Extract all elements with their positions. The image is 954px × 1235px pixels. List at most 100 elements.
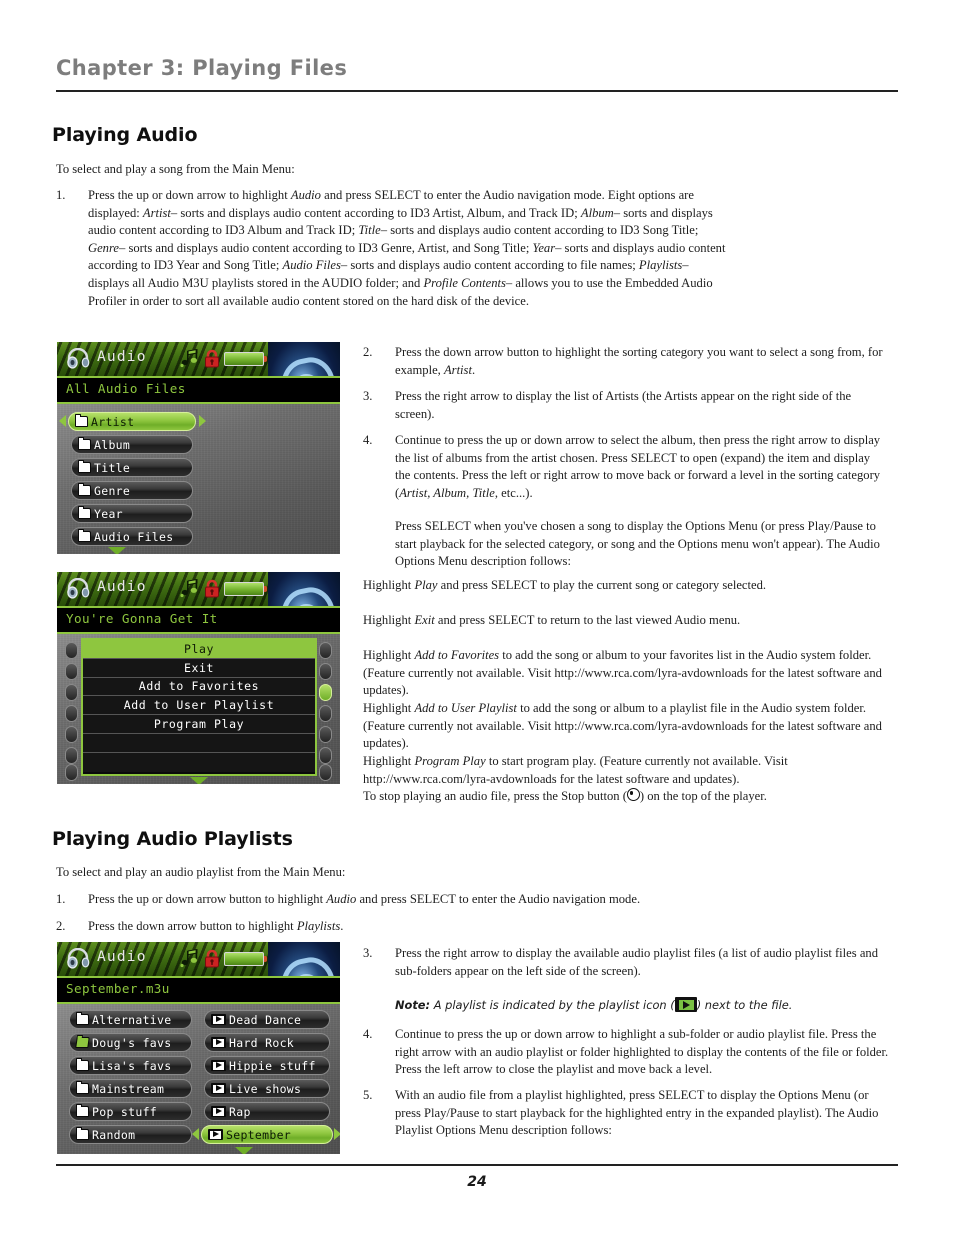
- list-item-label: Random: [92, 1127, 136, 1142]
- list-item-label: Mainstream: [92, 1081, 165, 1096]
- section-heading-playing-audio: Playing Audio: [52, 124, 198, 146]
- step-number: 4.: [363, 433, 373, 447]
- device-list-area: Play Exit Add to Favorites Add to User P…: [57, 634, 340, 784]
- list-item-label: Lisa's favs: [92, 1058, 172, 1073]
- stop-text-after: ) on the top of the player.: [639, 789, 767, 803]
- step-text: Press the up or down arrow to highlight …: [88, 188, 726, 308]
- step-number: 1.: [56, 892, 66, 906]
- scroll-down-arrow-icon[interactable]: [108, 547, 126, 554]
- options-menu-item-add-to-favorites[interactable]: Add to Favorites: [83, 677, 315, 697]
- list-item[interactable]: Mainstream: [69, 1079, 192, 1098]
- playing-audio-step-4-continued: Press SELECT when you've chosen a song t…: [395, 519, 880, 569]
- playlists-intro: To select and play an audio playlist fro…: [56, 865, 346, 879]
- list-item[interactable]: Hippie stuff: [204, 1056, 330, 1075]
- folder-icon: [74, 414, 88, 427]
- background-list-nub: [319, 705, 332, 722]
- folder-open-icon: [75, 1037, 90, 1048]
- step-number: 4.: [363, 1027, 373, 1041]
- option-description-add-to-user-playlist: Highlight Add to User Playlist to add th…: [363, 701, 882, 751]
- list-item-label: Dead Dance: [229, 1012, 302, 1027]
- scroll-down-arrow-icon[interactable]: [234, 1147, 253, 1154]
- option-description-play: Highlight Play and press SELECT to play …: [363, 578, 767, 592]
- folder-icon: [75, 1012, 89, 1025]
- background-list-nub: [65, 747, 78, 764]
- list-item[interactable]: Random: [69, 1125, 192, 1144]
- list-item[interactable]: Artist: [68, 412, 196, 431]
- option-description-program-play: Highlight Program Play to start program …: [363, 754, 788, 786]
- step-text: Press the down arrow button to highlight…: [88, 919, 344, 933]
- device-header-bar: Audio: [57, 942, 340, 978]
- list-item[interactable]: Dead Dance: [204, 1010, 330, 1029]
- background-list-nub: [319, 663, 332, 680]
- playlist-icon: [211, 1083, 226, 1094]
- options-menu-item-label: Program Play: [153, 717, 245, 732]
- section-heading-playing-audio-playlists: Playing Audio Playlists: [52, 828, 293, 850]
- options-menu-item-label: Play: [183, 641, 215, 656]
- background-list-nub: [65, 764, 78, 781]
- folder-icon: [75, 1058, 89, 1071]
- document-page: Chapter 3: Playing Files Playing Audio T…: [0, 0, 954, 1235]
- playlist-note: Note: A playlist is indicated by the pla…: [395, 997, 895, 1013]
- step-number: 3.: [363, 946, 373, 960]
- step-text: Press the right arrow to display the lis…: [395, 389, 852, 421]
- device-status-icons: [180, 349, 267, 368]
- list-item[interactable]: Title: [71, 458, 193, 477]
- device-subtitle: You're Gonna Get It: [66, 611, 218, 626]
- step-number: 5.: [363, 1088, 373, 1102]
- device-title: Audio: [97, 579, 147, 595]
- playlist-icon: [211, 1060, 226, 1071]
- playlists-step-1: 1. Press the up or down arrow button to …: [56, 891, 736, 909]
- chapter-title: Chapter 3: Playing Files: [56, 56, 348, 80]
- list-item-label: Hard Rock: [229, 1035, 295, 1050]
- playlist-icon: [211, 1014, 226, 1025]
- options-menu-item-exit[interactable]: Exit: [83, 658, 315, 678]
- background-list-nub: [319, 747, 332, 764]
- options-menu-item-play[interactable]: Play: [83, 640, 315, 659]
- stop-button-instruction: To stop playing an audio file, press the…: [363, 788, 895, 806]
- list-item[interactable]: Pop stuff: [69, 1102, 192, 1121]
- list-item-selected[interactable]: September: [201, 1125, 333, 1144]
- device-screenshot-playlist-browser: Audio September.m3u Alternative Doug's f…: [57, 942, 340, 1154]
- options-menu-item-add-to-user-playlist[interactable]: Add to User Playlist: [83, 696, 315, 716]
- list-item[interactable]: Live shows: [204, 1079, 330, 1098]
- playlist-icon: [211, 1037, 226, 1048]
- right-arrow-icon: [334, 1128, 340, 1140]
- list-item[interactable]: Doug's favs: [69, 1033, 192, 1052]
- background-list-nub: [65, 663, 78, 680]
- list-item[interactable]: Genre: [71, 481, 193, 500]
- list-item[interactable]: Year: [71, 504, 193, 523]
- list-item-label: Alternative: [92, 1012, 172, 1027]
- step-number: 2.: [363, 345, 373, 359]
- step-text: Press the up or down arrow button to hig…: [88, 892, 641, 906]
- list-item[interactable]: Lisa's favs: [69, 1056, 192, 1075]
- list-item-label: Title: [94, 460, 131, 475]
- background-list-nub: [65, 705, 78, 722]
- list-item-label: Rap: [229, 1104, 251, 1119]
- list-item[interactable]: Album: [71, 435, 193, 454]
- lock-icon: [205, 949, 219, 968]
- scroll-down-arrow-icon[interactable]: [189, 777, 208, 784]
- options-menu-item-program-play[interactable]: Program Play: [83, 715, 315, 734]
- playing-audio-step-4: 4. Continue to press the up or down arro…: [363, 432, 883, 502]
- list-item-label: September: [226, 1127, 292, 1142]
- list-item-label: Genre: [94, 483, 131, 498]
- step-number: 3.: [363, 389, 373, 403]
- music-notes-icon: [180, 949, 198, 968]
- options-menu-item-label: Add to Favorites: [138, 679, 260, 694]
- headphones-icon: [67, 578, 90, 599]
- folder-icon: [75, 1127, 89, 1140]
- background-list-nub: [319, 726, 332, 743]
- step-text: Press the down arrow button to highlight…: [395, 345, 883, 377]
- list-item[interactable]: Alternative: [69, 1010, 192, 1029]
- list-item[interactable]: Hard Rock: [204, 1033, 330, 1052]
- headphones-icon: [67, 348, 90, 369]
- folder-icon: [77, 483, 91, 496]
- list-item-label: Artist: [91, 414, 135, 429]
- list-item[interactable]: Rap: [204, 1102, 330, 1121]
- list-item[interactable]: Audio Files: [71, 527, 193, 546]
- lock-icon: [205, 349, 219, 368]
- background-list-nub: [65, 684, 78, 701]
- device-subtitle-bar: You're Gonna Get It: [57, 608, 340, 634]
- playlist-icon: [674, 997, 697, 1012]
- playlists-step-2: 2. Press the down arrow button to highli…: [56, 918, 736, 936]
